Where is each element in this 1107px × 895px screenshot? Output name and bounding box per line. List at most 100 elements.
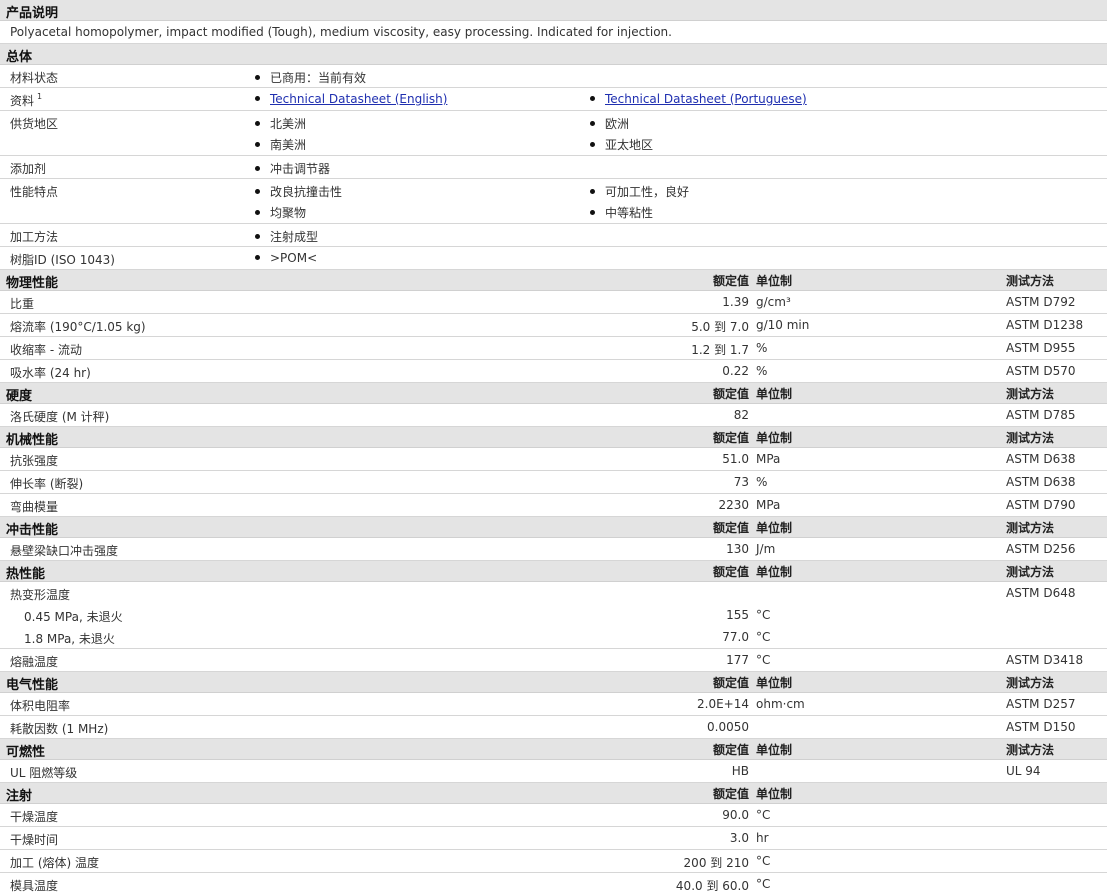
property-value: HB <box>731 764 749 778</box>
section-header-hardness: 硬度 额定值 单位制 测试方法 <box>0 383 1107 404</box>
bullet-text: 南美洲 <box>270 138 307 152</box>
property-value: 2230 <box>718 498 749 512</box>
property-test: ASTM D790 <box>1006 498 1076 512</box>
datasheet-portuguese-link[interactable]: Technical Datasheet (Portuguese) <box>605 92 807 106</box>
property-value: 1.2 到 1.7 <box>691 343 749 357</box>
property-value: 90.0 <box>722 808 749 822</box>
property-value: 77.0 <box>722 630 749 644</box>
property-unit: J/m <box>756 542 776 556</box>
property-label: 加工 (熔体) 温度 <box>10 856 99 870</box>
property-label: 干燥温度 <box>10 810 59 824</box>
row-label: 供货地区 <box>10 117 59 131</box>
property-row: 熔融温度 177 °C ASTM D3418 <box>0 649 1107 672</box>
property-test: ASTM D638 <box>1006 475 1076 489</box>
property-unit: % <box>756 475 768 489</box>
property-label: 热变形温度 <box>10 588 71 602</box>
col-header-test: 测试方法 <box>1006 743 1055 757</box>
property-test: ASTM D638 <box>1006 452 1076 466</box>
col-header-unit: 单位制 <box>756 274 793 288</box>
col-header-nominal: 额定值 <box>712 565 749 579</box>
bullet-item: 均聚物 <box>255 204 306 221</box>
property-test: ASTM D257 <box>1006 697 1076 711</box>
bullet-text: >POM< <box>270 251 318 265</box>
col-header-unit: 单位制 <box>756 387 793 401</box>
row-availability: 供货地区 北美洲 欧洲 南美洲 亚太地区 <box>0 111 1107 156</box>
datasheet-english-link[interactable]: Technical Datasheet (English) <box>270 92 447 106</box>
property-label: 耗散因数 (1 MHz) <box>10 722 109 736</box>
col-header-nominal: 额定值 <box>712 743 749 757</box>
col-header-nominal: 额定值 <box>712 676 749 690</box>
section-title: 物理性能 <box>6 276 59 291</box>
property-subrow: 1.8 MPa, 未退火 77.0 °C <box>0 626 1107 649</box>
bullet-text: 冲击调节器 <box>270 162 331 176</box>
property-unit: % <box>756 364 768 378</box>
col-header-unit: 单位制 <box>756 743 793 757</box>
property-test: UL 94 <box>1006 764 1041 778</box>
bullet-icon <box>590 142 595 147</box>
row-material-status: 材料状态 已商用：当前有效 <box>0 65 1107 88</box>
property-value: 0.0050 <box>707 720 749 734</box>
property-test: ASTM D955 <box>1006 341 1076 355</box>
property-unit: hr <box>756 831 769 845</box>
col-header-unit: 单位制 <box>756 676 793 690</box>
bullet-item: 已商用：当前有效 <box>255 69 366 86</box>
col-header-unit: 单位制 <box>756 565 793 579</box>
property-row: 模具温度 40.0 到 60.0 °C <box>0 873 1107 895</box>
property-label: 弯曲模量 <box>10 500 59 514</box>
property-value: 1.39 <box>722 295 749 309</box>
property-label: 悬壁梁缺口冲击强度 <box>10 544 119 558</box>
property-test: ASTM D3418 <box>1006 653 1084 667</box>
section-header-electrical: 电气性能 额定值 单位制 测试方法 <box>0 672 1107 693</box>
bullet-icon <box>255 189 260 194</box>
section-header-flammability: 可燃性 额定值 单位制 测试方法 <box>0 739 1107 760</box>
row-resin-id: 树脂ID (ISO 1043) >POM< <box>0 247 1107 270</box>
bullet-icon <box>255 234 260 239</box>
bullet-icon <box>255 96 260 101</box>
section-title: 机械性能 <box>6 433 59 448</box>
bullet-icon <box>255 210 260 215</box>
property-row: 洛氏硬度 (M 计秤) 82 ASTM D785 <box>0 404 1107 427</box>
bullet-text: 中等粘性 <box>605 206 654 220</box>
row-label: 添加剂 <box>10 162 47 176</box>
property-label: 比重 <box>10 297 35 311</box>
description-row: Polyacetal homopolymer, impact modified … <box>0 21 1107 44</box>
section-header-impact: 冲击性能 额定值 单位制 测试方法 <box>0 517 1107 538</box>
bullet-text: 均聚物 <box>270 206 307 220</box>
property-row: UL 阻燃等级 HB UL 94 <box>0 760 1107 783</box>
col-header-nominal: 额定值 <box>712 521 749 535</box>
property-row: 比重 1.39 g/cm³ ASTM D792 <box>0 291 1107 314</box>
bullet-item: 注射成型 <box>255 228 318 245</box>
property-row: 体积电阻率 2.0E+14 ohm·cm ASTM D257 <box>0 693 1107 716</box>
datasheet: 产品说明 Polyacetal homopolymer, impact modi… <box>0 0 1107 895</box>
property-unit: °C <box>756 630 771 644</box>
row-label: 加工方法 <box>10 230 59 244</box>
bullet-icon <box>255 121 260 126</box>
bullet-icon <box>255 166 260 171</box>
property-test: ASTM D785 <box>1006 408 1076 422</box>
bullet-text: 可加工性，良好 <box>605 185 690 199</box>
property-row: 干燥时间 3.0 hr <box>0 827 1107 850</box>
property-value: 3.0 <box>729 831 749 845</box>
bullet-icon <box>590 210 595 215</box>
footnote-marker: 1 <box>37 92 43 101</box>
property-value: 5.0 到 7.0 <box>691 320 749 334</box>
bullet-item: Technical Datasheet (English) <box>255 92 447 106</box>
section-header-general: 总体 <box>0 44 1107 65</box>
bullet-item: Technical Datasheet (Portuguese) <box>590 92 807 106</box>
col-header-test: 测试方法 <box>1006 565 1055 579</box>
property-row: 熔流率 (190°C/1.05 kg) 5.0 到 7.0 g/10 min A… <box>0 314 1107 337</box>
bullet-item: 中等粘性 <box>590 204 653 221</box>
bullet-icon <box>590 189 595 194</box>
property-unit: g/cm³ <box>756 295 791 309</box>
bullet-text: 改良抗撞击性 <box>270 185 343 199</box>
property-row: 收缩率 - 流动 1.2 到 1.7 % ASTM D955 <box>0 337 1107 360</box>
row-additive: 添加剂 冲击调节器 <box>0 156 1107 179</box>
property-unit: g/10 min <box>756 318 810 332</box>
property-label: 收缩率 - 流动 <box>10 343 82 357</box>
property-value: 155 <box>726 608 749 622</box>
col-header-nominal: 额定值 <box>712 431 749 445</box>
col-header-unit: 单位制 <box>756 431 793 445</box>
property-test: ASTM D648 <box>1006 586 1076 600</box>
property-label: 体积电阻率 <box>10 699 71 713</box>
property-row: 干燥温度 90.0 °C <box>0 804 1107 827</box>
